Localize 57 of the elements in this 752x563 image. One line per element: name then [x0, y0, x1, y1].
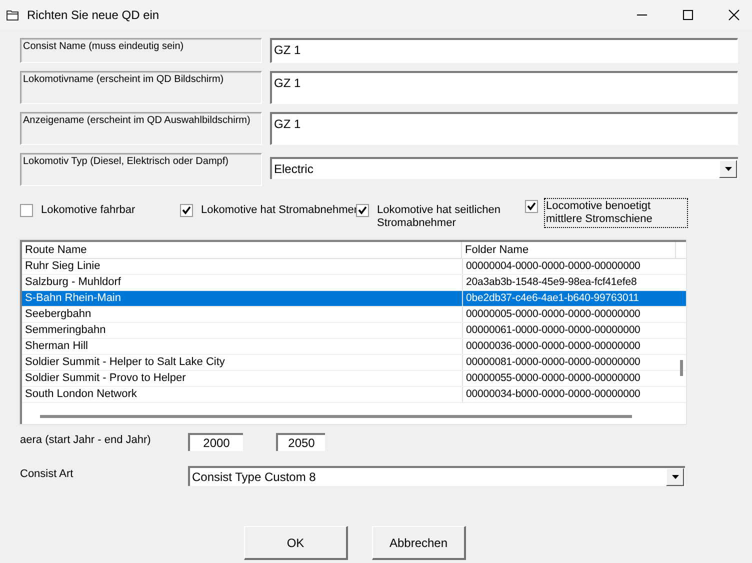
- checkbox-label: Lokomotive fahrbar: [40, 203, 136, 218]
- field-label: Anzeigename (erscheint im QD Auswahlbildschirm): [20, 112, 262, 145]
- table-cell-text: S-Bahn Rhein-Main: [24, 291, 122, 306]
- table-cell: 00000061-0000-0000-0000-00000000: [462, 323, 677, 338]
- consist-art-label: Consist Art: [20, 468, 74, 480]
- table-cell: 0be2db37-c4e6-4ae1-b640-99763011: [462, 291, 677, 306]
- list-row[interactable]: Semmeringbahn 00000061-0000-0000-0000-00000000: [22, 323, 686, 339]
- maximize-icon[interactable]: [682, 9, 694, 21]
- table-cell: 00000005-0000-0000-0000-00000000: [462, 307, 677, 322]
- table-cell-text: South London Network: [24, 387, 138, 402]
- table-cell-text: Seebergbahn: [24, 307, 92, 322]
- list-row[interactable]: Soldier Summit - Helper to Salt Lake City 00000081-0000-0000-0000-00000000: [22, 355, 686, 371]
- dropdown[interactable]: Consist Type Custom 8: [188, 466, 685, 486]
- list-row[interactable]: Soldier Summit - Provo to Helper 00000055-0000-0000-0000-00000000: [22, 371, 686, 387]
- list-row[interactable]: Ruhr Sieg Linie 00000004-0000-0000-0000-00000000: [22, 259, 686, 275]
- close-icon[interactable]: [728, 9, 740, 21]
- field-label: Consist Name (muss eindeutig sein): [20, 38, 262, 63]
- table-cell-text: Semmeringbahn: [24, 323, 107, 338]
- window-icon: [6, 9, 20, 21]
- list-row[interactable]: South London Network 00000034-b000-0000-0000-00000000: [22, 387, 686, 403]
- table-cell-text: Salzburg - Muhldorf: [24, 275, 122, 290]
- column-header[interactable]: Route Name: [22, 242, 462, 258]
- table-cell-text: Ruhr Sieg Linie: [24, 259, 102, 274]
- table-cell: 00000036-0000-0000-0000-00000000: [462, 339, 677, 354]
- dialog-button[interactable]: Abbrechen: [372, 526, 466, 560]
- checkbox[interactable]: [20, 204, 33, 217]
- era-label: aera (start Jahr - end Jahr): [20, 434, 151, 446]
- list-row[interactable]: Sherman Hill 00000036-0000-0000-0000-00000000: [22, 339, 686, 355]
- checkbox[interactable]: [180, 204, 193, 217]
- checkbox[interactable]: [525, 200, 538, 213]
- vertical-scrollbar[interactable]: [680, 360, 683, 376]
- checkbox-label: Lokomotive hat Stromabnehmer: [200, 203, 359, 218]
- field-label: Lokomotivname (erscheint im QD Bildschirm): [20, 71, 262, 104]
- table-cell-text: Sherman Hill: [24, 339, 89, 354]
- table-cell: 00000004-0000-0000-0000-00000000: [462, 259, 677, 274]
- checkbox[interactable]: [356, 204, 369, 217]
- input-field[interactable]: GZ 1: [270, 38, 738, 63]
- input-field[interactable]: GZ 1: [270, 112, 738, 145]
- column-header[interactable]: Folder Name: [462, 242, 676, 258]
- end-year-field[interactable]: 2050: [276, 433, 325, 451]
- list-row[interactable]: S-Bahn Rhein-Main 0be2db37-c4e6-4ae1-b640-99763011: [22, 291, 686, 307]
- table-cell-text: Soldier Summit - Provo to Helper: [24, 371, 187, 386]
- checkbox-label: Lokomotive hat seitlichen Stromabnehmer: [376, 203, 502, 231]
- table-cell-text: Soldier Summit - Helper to Salt Lake City: [24, 355, 226, 370]
- horizontal-scrollbar[interactable]: [40, 415, 632, 418]
- dropdown[interactable]: Electric: [270, 157, 738, 179]
- start-year-field[interactable]: 2000: [188, 433, 243, 451]
- window-title: Richten Sie neue QD ein: [27, 8, 160, 22]
- list-row[interactable]: Seebergbahn 00000005-0000-0000-0000-00000000: [22, 307, 686, 323]
- input-field[interactable]: GZ 1: [270, 71, 738, 104]
- field-label: Lokomotiv Typ (Diesel, Elektrisch oder Dampf): [20, 153, 262, 186]
- table-cell: 00000055-0000-0000-0000-00000000: [462, 371, 677, 386]
- checkbox-label: Locomotive benoetigt mittlere Stromschiene: [544, 198, 688, 228]
- table-cell: 20a3ab3b-1548-45e9-98ea-fcf41efe8: [462, 275, 677, 290]
- table-cell: 00000034-b000-0000-0000-00000000: [462, 387, 677, 402]
- dialog-button[interactable]: OK: [244, 526, 348, 560]
- table-cell: 00000081-0000-0000-0000-00000000: [462, 355, 677, 370]
